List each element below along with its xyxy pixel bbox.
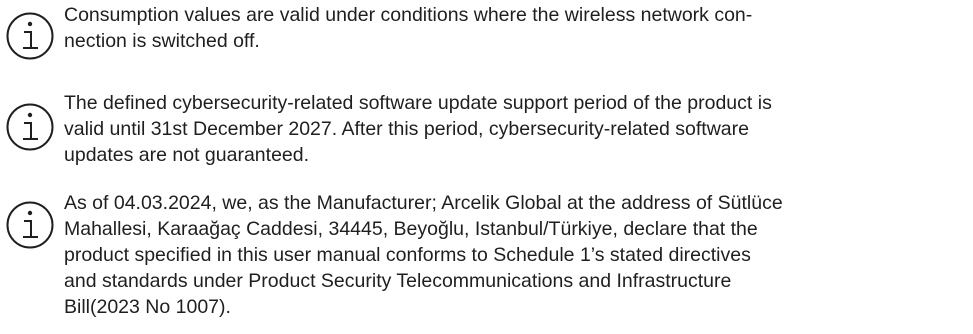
note-line: Bill(2023 No 1007). — [64, 296, 231, 318]
note-text: Consumption values are valid under condi… — [64, 2, 964, 54]
note-line: As of 04.03.2024, we, as the Manufacture… — [64, 192, 783, 214]
note-line: nection is switched off. — [64, 30, 260, 52]
info-icon — [5, 200, 55, 250]
note-line: product specified in this user manual co… — [64, 244, 751, 266]
note-line: Consumption values are valid under condi… — [64, 4, 753, 26]
note-line: valid until 31st December 2027. After th… — [64, 118, 749, 140]
note-text: As of 04.03.2024, we, as the Manufacture… — [64, 190, 964, 320]
note-text: The defined cybersecurity-related softwa… — [64, 90, 964, 168]
note-line: updates are not guaranteed. — [64, 144, 310, 166]
note-line: and standards under Product Security Tel… — [64, 270, 732, 292]
note-line: The defined cybersecurity-related softwa… — [64, 92, 772, 114]
info-icon — [5, 11, 55, 61]
note-line: Mahallesi, Karaağaç Caddesi, 34445, Beyo… — [64, 218, 758, 240]
info-icon — [5, 102, 55, 152]
